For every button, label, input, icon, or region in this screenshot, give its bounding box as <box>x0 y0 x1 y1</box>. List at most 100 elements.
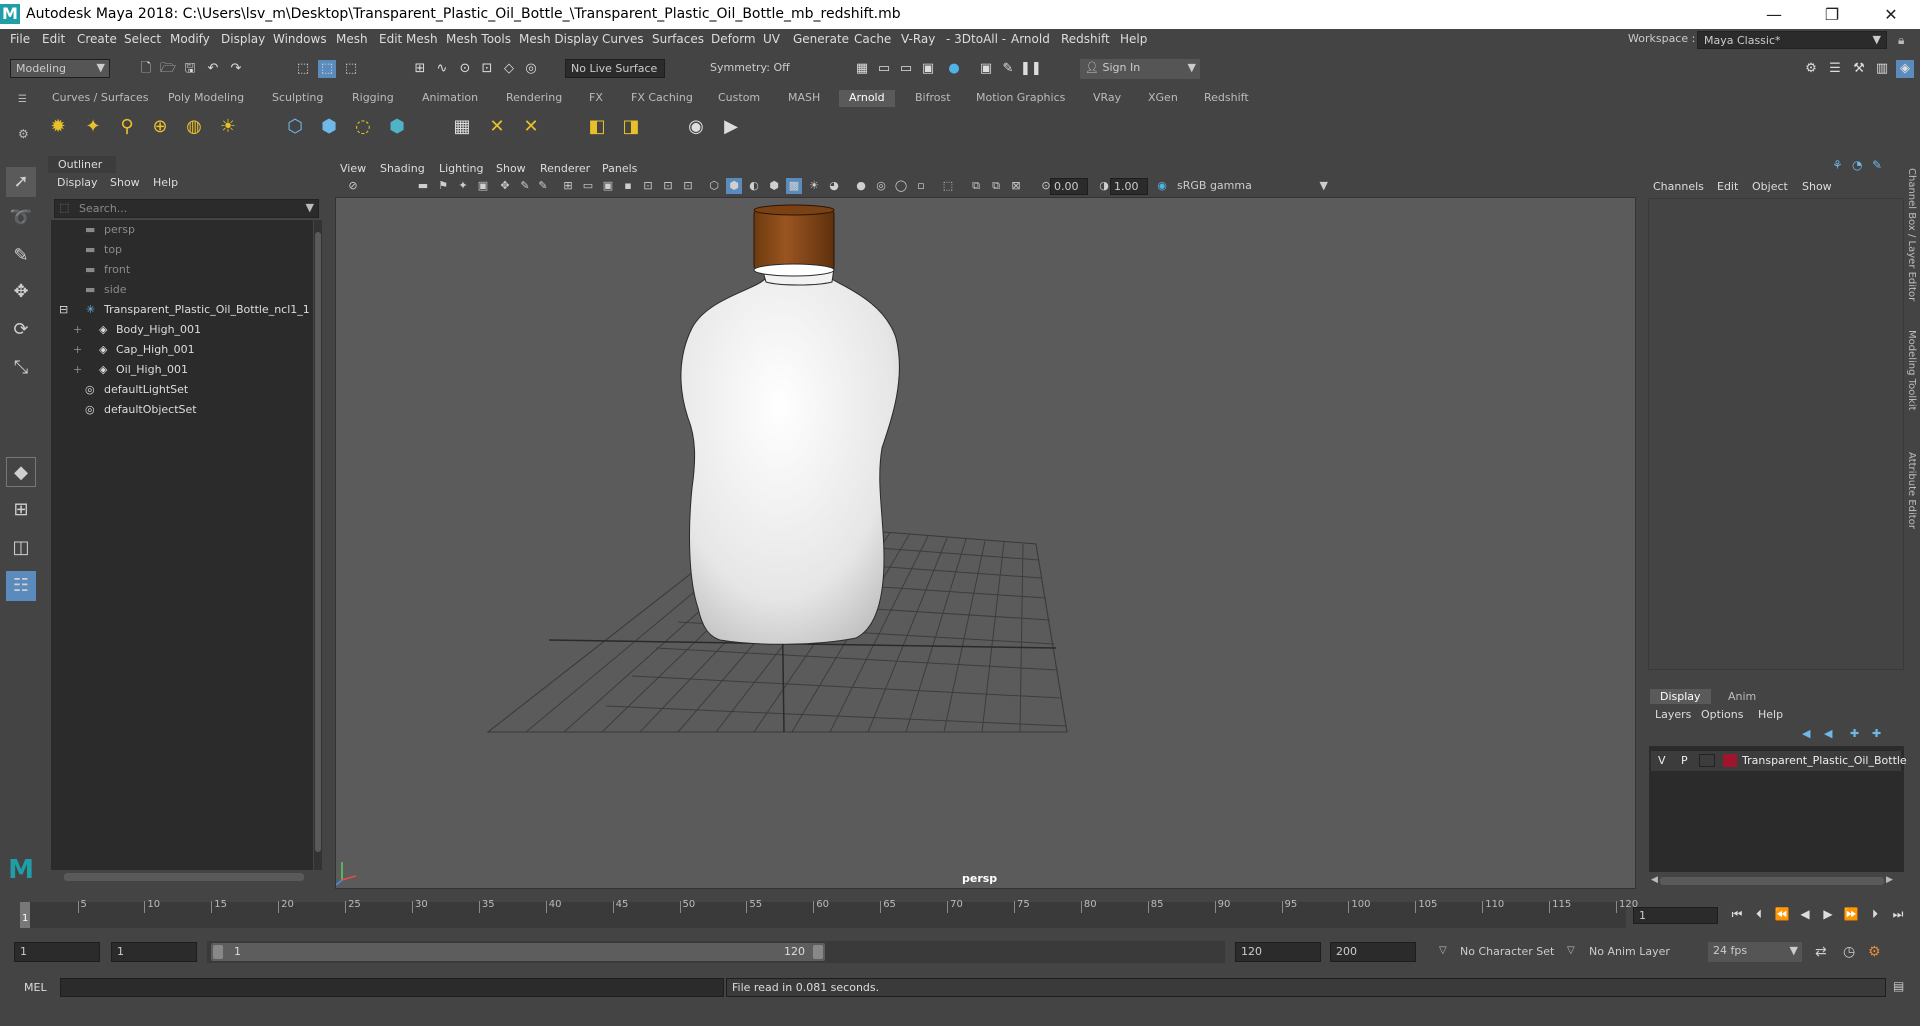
scroll-right-icon[interactable]: ▶ <box>1886 875 1893 885</box>
outliner-menu-display[interactable]: Display <box>57 176 98 189</box>
bottle-cap[interactable] <box>753 204 835 277</box>
go-to-start-icon[interactable]: ⏮ <box>1728 905 1746 923</box>
outliner-item[interactable]: ▬ front <box>51 260 313 280</box>
play-forwards-icon[interactable]: ▶ <box>1819 905 1837 923</box>
use-all-lights-icon[interactable]: ▩ <box>786 178 802 194</box>
channelbox-menu-object[interactable]: Object <box>1752 180 1788 193</box>
channelbox-menu-edit[interactable]: Edit <box>1717 180 1738 193</box>
gamma-field[interactable]: 1.00 <box>1110 178 1148 195</box>
pin-icon[interactable]: ✎ <box>1872 158 1882 172</box>
layer-name[interactable]: Transparent_Plastic_Oil_Bottle <box>1742 754 1907 767</box>
outliner-tab[interactable]: Outliner <box>48 156 116 173</box>
film-gate-icon[interactable]: ▭ <box>580 178 596 194</box>
hypershade-icon[interactable]: ● <box>945 60 963 78</box>
physical-sky-icon[interactable]: ☀ <box>215 114 241 140</box>
outliner-item[interactable]: ▬ side <box>51 280 313 300</box>
outliner-item[interactable]: + ◈ Cap_High_001 <box>51 340 313 360</box>
safe-title-icon[interactable]: ⊡ <box>680 178 696 194</box>
preferences-icon[interactable]: ⚙ <box>1868 944 1881 960</box>
lock-icon[interactable]: 🔒︎ <box>1898 33 1904 48</box>
modeling-toolkit-icon[interactable]: ⚙ <box>1802 60 1820 78</box>
outliner-vertical-scrollbar[interactable] <box>314 220 322 870</box>
isolate-select-icon[interactable]: ▫ <box>913 178 929 194</box>
shelf-tab-sculpting[interactable]: Sculpting <box>272 90 323 107</box>
fps-dropdown[interactable]: 24 fps ▼ <box>1708 942 1802 962</box>
symmetry-dropdown[interactable]: Symmetry: Off <box>705 59 805 78</box>
step-back-icon[interactable]: ⏴ <box>1750 905 1768 923</box>
shelf-tab-xgen[interactable]: XGen <box>1148 90 1178 107</box>
mesh-light-icon[interactable]: ◍ <box>181 114 207 140</box>
area-light-icon[interactable]: ✦ <box>80 114 106 140</box>
move-tool-icon[interactable]: ✥ <box>6 277 36 307</box>
tool-settings-icon[interactable]: ⚒ <box>1850 60 1868 78</box>
menu-surfaces[interactable]: Surfaces <box>652 32 704 46</box>
live-surface-field[interactable]: No Live Surface <box>565 59 665 78</box>
motion-blur-icon[interactable]: ● <box>853 178 869 194</box>
channelbox-menu-channels[interactable]: Channels <box>1653 180 1704 193</box>
range-slider[interactable]: 1 120 <box>211 943 825 961</box>
anti-aliasing-icon[interactable]: ◎ <box>873 178 889 194</box>
ambient-occlusion-icon[interactable]: ◕ <box>826 178 842 194</box>
layer-display-type[interactable] <box>1699 754 1715 767</box>
select-camera-icon[interactable]: ▬ <box>415 178 431 194</box>
layer-tab-display[interactable]: Display <box>1650 689 1711 704</box>
resolution-gate-icon[interactable]: ▣ <box>600 178 616 194</box>
current-frame-field[interactable]: 1 <box>1633 907 1718 924</box>
script-editor-icon[interactable]: ▤ <box>1893 979 1904 993</box>
shelf-tab-mash[interactable]: MASH <box>788 90 820 107</box>
grease-pencil-icon[interactable]: ✎ <box>517 178 533 194</box>
new-layer-icon[interactable]: ✚ <box>1850 727 1859 740</box>
maximize-button[interactable]: ❐ <box>1803 0 1861 29</box>
viewport-menu-renderer[interactable]: Renderer <box>540 162 590 175</box>
open-scene-icon[interactable]: 🗁 <box>159 60 177 78</box>
channelbox-menu-show[interactable]: Show <box>1802 180 1832 193</box>
bookmarks-icon[interactable]: ✦ <box>455 178 471 194</box>
viewport-menu-shading[interactable]: Shading <box>380 162 425 175</box>
field-chart-icon[interactable]: ⊡ <box>640 178 656 194</box>
grease-pencil-2-icon[interactable]: ✎ <box>535 178 551 194</box>
menu-vray[interactable]: V-Ray <box>901 32 935 46</box>
xray-joints-icon[interactable]: ⧉ <box>968 178 984 194</box>
render-view-arnold-icon[interactable]: ▦ <box>449 114 475 140</box>
scroll-thumb[interactable] <box>315 232 321 852</box>
wireframe-icon[interactable]: ⬡ <box>706 178 722 194</box>
spot-light-icon[interactable]: ⚲ <box>114 114 140 140</box>
step-forward-icon[interactable]: ⏵ <box>1866 905 1884 923</box>
render-view-icon[interactable]: ▣ <box>919 60 937 78</box>
exposure-field[interactable]: 0.00 <box>1050 178 1088 195</box>
side-tab-attribute-editor[interactable]: Attribute Editor <box>1906 452 1917 529</box>
outliner-layout-icon[interactable]: ☷ <box>6 571 36 601</box>
snap-curve-icon[interactable]: ∿ <box>433 60 451 78</box>
single-perspective-layout-icon[interactable]: ◆ <box>6 457 36 487</box>
menu-generate[interactable]: Generate <box>793 32 849 46</box>
viewport-menu-view[interactable]: View <box>340 162 366 175</box>
menu-3dtoall[interactable]: - 3DtoAll - <box>946 32 1006 46</box>
anim-layer-icon[interactable]: ▽ <box>1567 945 1575 956</box>
workspace-dropdown[interactable]: Maya Classic* ▼ <box>1697 31 1887 49</box>
safe-action-icon[interactable]: ⊡ <box>660 178 676 194</box>
depth-of-field-icon[interactable]: ◯ <box>893 178 909 194</box>
menu-mesh[interactable]: Mesh <box>336 32 368 46</box>
redo-icon[interactable]: ↷ <box>227 60 245 78</box>
render-region-icon[interactable]: ▣ <box>977 60 995 78</box>
image-plane-icon[interactable]: ▣ <box>475 178 491 194</box>
outliner-item[interactable]: ◎ defaultObjectSet <box>51 400 313 420</box>
color-management-icon[interactable]: ◉ <box>1154 178 1170 194</box>
outliner-item[interactable]: ▬ top <box>51 240 313 260</box>
layer-visibility-toggle[interactable]: V <box>1658 754 1666 767</box>
shelf-tab-vray[interactable]: VRay <box>1093 90 1121 107</box>
shelf-tab-poly-modeling[interactable]: Poly Modeling <box>168 90 244 107</box>
smooth-shade-icon[interactable]: ⬢ <box>726 178 742 194</box>
auto-key-icon[interactable]: ◷ <box>1843 944 1855 960</box>
shelf-tab-motion-graphics[interactable]: Motion Graphics <box>976 90 1065 107</box>
mode-dropdown[interactable]: Modeling ▼ <box>10 59 110 78</box>
standin-icon[interactable]: ⬡ <box>282 114 308 140</box>
shelf-tab-redshift[interactable]: Redshift <box>1204 90 1249 107</box>
outliner-horizontal-scrollbar[interactable] <box>64 873 304 881</box>
layer-tab-anim[interactable]: Anim <box>1718 689 1766 704</box>
skydome-light-icon[interactable]: ⊕ <box>147 114 173 140</box>
snap-live-icon[interactable]: ◎ <box>522 60 540 78</box>
point-light-icon[interactable]: ✹ <box>45 114 71 140</box>
snap-surface-icon[interactable]: ◇ <box>500 60 518 78</box>
layer-row[interactable]: V P Transparent_Plastic_Oil_Bottle <box>1651 751 1907 771</box>
